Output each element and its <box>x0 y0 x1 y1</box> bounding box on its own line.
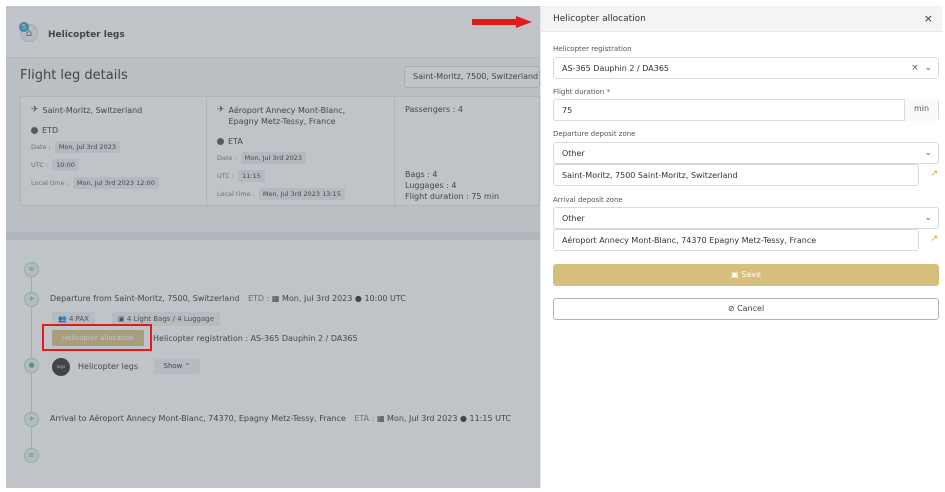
departure-zone-value: Other <box>562 149 585 158</box>
departure-address: Saint-Moritz, 7500 Saint-Moritz, Switzer… <box>562 171 738 180</box>
duration-input[interactable]: 75 min <box>553 99 939 121</box>
duration-label: Flight duration * <box>553 88 610 96</box>
external-link-icon[interactable]: ↗ <box>930 234 938 244</box>
chevron-down-icon[interactable]: ⌄ <box>924 63 932 73</box>
drawer-title: Helicopter allocation <box>553 14 646 24</box>
close-icon[interactable]: × <box>924 12 933 25</box>
arrival-zone-value: Other <box>562 214 585 223</box>
save-label: Save <box>741 270 761 279</box>
app-window: ⌂ 5 Helicopter legs Flight leg details S… <box>6 6 942 488</box>
duration-unit: min <box>904 99 938 121</box>
duration-value: 75 <box>562 106 573 115</box>
save-button[interactable]: ▣ Save <box>553 264 939 286</box>
arrival-address-field[interactable]: Aéroport Annecy Mont-Blanc, 74370 Epagny… <box>553 229 919 251</box>
annotation-highlight-box <box>42 324 152 351</box>
departure-address-field[interactable]: Saint-Moritz, 7500 Saint-Moritz, Switzer… <box>553 164 919 186</box>
departure-zone-label: Departure deposit zone <box>553 130 636 138</box>
registration-value: AS-365 Dauphin 2 / DA365 <box>562 64 669 73</box>
cancel-button[interactable]: ⊘ Cancel <box>553 298 939 320</box>
registration-select[interactable]: AS-365 Dauphin 2 / DA365 × ⌄ <box>553 57 939 79</box>
annotation-arrow-icon <box>472 16 532 28</box>
arrival-zone-select[interactable]: Other ⌄ <box>553 207 939 229</box>
clear-icon[interactable]: × <box>911 63 919 73</box>
helicopter-allocation-drawer: Helicopter allocation × Helicopter regis… <box>540 6 942 488</box>
modal-overlay[interactable] <box>6 6 540 488</box>
chevron-down-icon[interactable]: ⌄ <box>924 148 932 158</box>
save-icon: ▣ <box>731 270 739 279</box>
external-link-icon[interactable]: ↗ <box>930 169 938 179</box>
chevron-down-icon[interactable]: ⌄ <box>924 213 932 223</box>
departure-zone-select[interactable]: Other ⌄ <box>553 142 939 164</box>
registration-label: Helicopter registration <box>553 45 632 53</box>
background-page: ⌂ 5 Helicopter legs Flight leg details S… <box>6 6 540 488</box>
arrival-address: Aéroport Annecy Mont-Blanc, 74370 Epagny… <box>562 236 817 245</box>
drawer-header: Helicopter allocation × <box>541 6 942 32</box>
cancel-label: Cancel <box>737 304 765 313</box>
arrival-zone-label: Arrival deposit zone <box>553 196 623 204</box>
cancel-icon: ⊘ <box>727 304 735 313</box>
